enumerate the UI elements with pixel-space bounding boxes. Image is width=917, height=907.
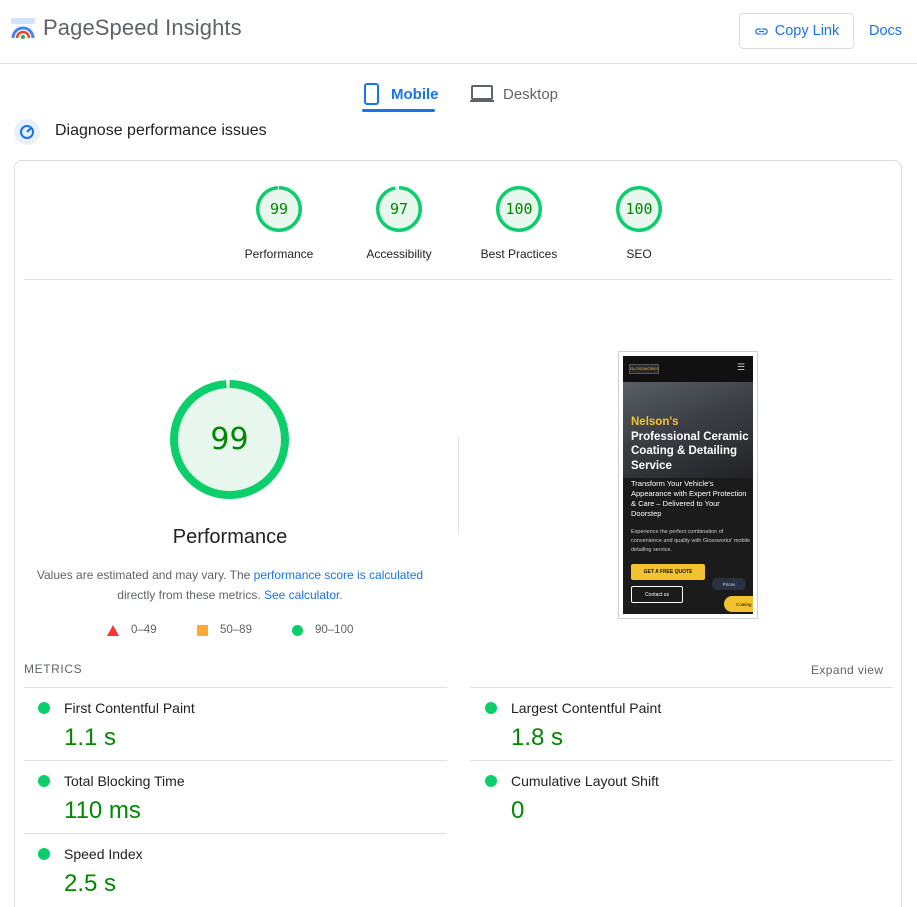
pass-circle-icon bbox=[292, 624, 303, 636]
performance-big-value: 99 bbox=[210, 422, 249, 457]
performance-score-label: Performance bbox=[244, 247, 314, 261]
thumbnail-logo: GLOSSWORKS bbox=[629, 364, 659, 374]
legend-average: 50–89 bbox=[197, 624, 252, 636]
hamburger-menu-icon: ☰ bbox=[736, 362, 745, 372]
pass-circle-icon bbox=[38, 702, 50, 714]
score-note: Values are estimated and may vary. The p… bbox=[30, 565, 430, 605]
metrics-divider bbox=[24, 687, 447, 688]
scores-divider bbox=[24, 279, 893, 280]
diagnose-icon bbox=[14, 119, 40, 145]
best-practices-score-label: Best Practices bbox=[480, 247, 558, 261]
metrics-divider bbox=[24, 833, 447, 834]
metric-lcp-title: Largest Contentful Paint bbox=[511, 700, 662, 716]
pass-circle-icon bbox=[485, 702, 497, 714]
vertical-divider bbox=[458, 437, 459, 534]
legend-fail: 0–49 bbox=[107, 624, 157, 636]
thumbnail-page: GLOSSWORKS ☰ Nelson's Professional Ceram… bbox=[623, 356, 753, 614]
active-tab-indicator bbox=[362, 109, 435, 112]
metrics-divider bbox=[470, 687, 893, 688]
expand-view-toggle[interactable]: Expand view bbox=[811, 663, 883, 677]
best-practices-score-value: 100 bbox=[505, 200, 533, 218]
metrics-heading: METRICS bbox=[24, 662, 83, 676]
note-prefix: Values are estimated and may vary. The bbox=[36, 568, 254, 582]
see-calculator-link[interactable]: See calculator bbox=[264, 588, 339, 602]
metric-fcp-value: 1.1 s bbox=[64, 724, 117, 751]
performance-score-calculated-link[interactable]: performance score is calculated bbox=[254, 568, 423, 582]
legend-pass-range: 90–100 bbox=[315, 624, 354, 636]
metric-si-value: 2.5 s bbox=[64, 870, 117, 897]
tab-mobile[interactable]: Mobile bbox=[362, 76, 439, 112]
pass-circle-icon bbox=[38, 848, 50, 860]
tab-mobile-label: Mobile bbox=[391, 85, 439, 103]
pagespeed-logo-icon[interactable] bbox=[10, 16, 36, 42]
thumbnail-subheading: Transform Your Vehicle's Appearance with… bbox=[631, 479, 747, 518]
seo-score-value: 100 bbox=[625, 200, 653, 218]
smartphone-icon bbox=[364, 83, 379, 105]
tab-desktop-label: Desktop bbox=[503, 85, 559, 103]
top-header: PageSpeed Insights Copy Link Docs bbox=[0, 0, 917, 64]
note-suffix: . bbox=[339, 588, 343, 602]
thumbnail-heading-text: Professional Ceramic Coating & Detailing… bbox=[631, 430, 749, 472]
metric-tbt-title: Total Blocking Time bbox=[64, 773, 185, 789]
pass-circle-icon bbox=[485, 775, 497, 787]
thumbnail-heading-accent: Nelson's bbox=[631, 416, 679, 428]
pass-circle-icon bbox=[38, 775, 50, 787]
average-square-icon bbox=[197, 624, 208, 636]
legend-pass: 90–100 bbox=[292, 624, 353, 636]
thumbnail-paragraph: Experience the perfect combination of co… bbox=[631, 529, 751, 553]
legend-fail-range: 0–49 bbox=[131, 624, 157, 636]
performance-big-label: Performance bbox=[172, 526, 288, 548]
laptop-icon bbox=[470, 85, 494, 102]
app-title: PageSpeed Insights bbox=[43, 15, 242, 40]
note-mid: directly from these metrics. bbox=[117, 588, 264, 602]
metric-cls-title: Cumulative Layout Shift bbox=[511, 773, 659, 789]
metric-fcp-title: First Contentful Paint bbox=[64, 700, 195, 716]
final-screenshot-thumbnail[interactable]: GLOSSWORKS ☰ Nelson's Professional Ceram… bbox=[618, 351, 758, 619]
copy-link-button[interactable]: Copy Link bbox=[739, 13, 854, 49]
performance-score-value: 99 bbox=[269, 200, 289, 218]
thumbnail-contact-button: Contact us bbox=[631, 586, 683, 603]
fail-triangle-icon bbox=[107, 624, 119, 636]
metric-si-title: Speed Index bbox=[64, 846, 143, 862]
section-title: Diagnose performance issues bbox=[55, 122, 267, 139]
thumbnail-heading: Nelson's Professional Ceramic Coating & … bbox=[631, 415, 751, 473]
docs-link[interactable]: Docs bbox=[869, 23, 902, 39]
seo-score-label: SEO bbox=[626, 247, 652, 261]
thumbnail-quiz-pill: Coating Quiz bbox=[724, 596, 753, 612]
accessibility-score-label: Accessibility bbox=[366, 247, 432, 261]
metric-cls-value: 0 bbox=[511, 797, 525, 824]
metrics-divider bbox=[470, 760, 893, 761]
metric-tbt-value: 110 ms bbox=[64, 797, 141, 824]
thumbnail-nav: GLOSSWORKS ☰ bbox=[623, 356, 753, 382]
legend-average-range: 50–89 bbox=[220, 624, 252, 636]
thumbnail-prices-pill: Prices bbox=[712, 578, 746, 590]
tab-desktop[interactable]: Desktop bbox=[470, 76, 558, 112]
copy-link-label: Copy Link bbox=[774, 23, 840, 39]
link-icon bbox=[755, 27, 768, 35]
accessibility-score-value: 97 bbox=[389, 200, 409, 218]
metric-lcp-value: 1.8 s bbox=[511, 724, 564, 751]
thumbnail-cta-button: GET A FREE QUOTE bbox=[631, 564, 705, 580]
metrics-divider bbox=[24, 760, 447, 761]
